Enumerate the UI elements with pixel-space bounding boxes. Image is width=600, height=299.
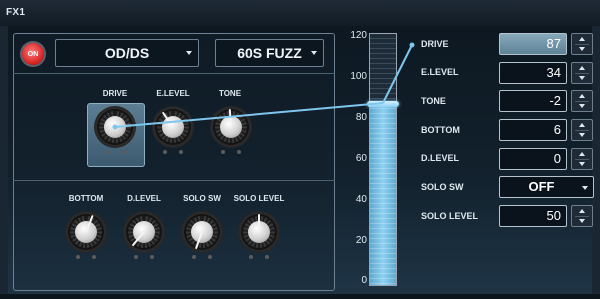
solo-level-knob[interactable] <box>238 211 280 253</box>
param-label-solo-sw: SOLO SW <box>421 182 464 192</box>
slider-tick-100: 100 <box>350 71 367 82</box>
arrow-up-icon <box>579 94 585 98</box>
header-bar: FX1 <box>0 0 600 27</box>
arrow-down-icon <box>579 76 585 80</box>
param-value-tone[interactable]: -2 <box>499 90 567 112</box>
param-value-e-level[interactable]: 34 <box>499 62 567 84</box>
arrow-down-icon <box>579 219 585 223</box>
knob-indicator-dots <box>123 255 165 261</box>
arrow-down-icon <box>579 133 585 137</box>
slider-tick-40: 40 <box>355 194 367 205</box>
effect-panel <box>13 33 335 291</box>
slider-tick-60: 60 <box>355 153 367 164</box>
arrow-down-icon <box>579 162 585 166</box>
knob-indicator-dots <box>65 255 107 261</box>
bottom-knob[interactable] <box>65 211 107 253</box>
d-level-knob[interactable] <box>123 211 165 253</box>
value-slider-fill <box>370 103 396 286</box>
effect-type-value: OD/DS <box>104 45 150 61</box>
slider-tick-120: 120 <box>350 30 367 41</box>
knob-indicator-dots <box>181 255 223 261</box>
arrow-up-icon <box>579 123 585 127</box>
on-label: ON <box>27 50 39 58</box>
effect-on-button[interactable]: ON <box>22 43 44 65</box>
chevron-down-icon <box>582 186 588 190</box>
slider-tick-20: 20 <box>355 235 367 246</box>
d-level-stepper[interactable] <box>571 148 593 170</box>
e-level-stepper[interactable] <box>571 62 593 84</box>
right-edge <box>592 26 600 299</box>
e-level-knob[interactable] <box>152 106 194 148</box>
solo-sw-knob[interactable] <box>181 211 223 253</box>
knob-indicator-dots <box>152 150 194 156</box>
slider-tick-0: 0 <box>361 275 367 286</box>
chevron-down-icon <box>186 51 192 55</box>
arrow-up-icon <box>579 66 585 70</box>
arrow-up-icon <box>579 152 585 156</box>
knob-indicator-dots <box>94 150 136 156</box>
variation-dropdown[interactable]: 60S FUZZ <box>215 39 324 67</box>
solo-level-stepper[interactable] <box>571 205 593 227</box>
drive-stepper[interactable] <box>571 33 593 55</box>
param-value-drive[interactable]: 87 <box>499 33 567 55</box>
knob-cap <box>162 116 184 138</box>
param-value-d-level[interactable]: 0 <box>499 148 567 170</box>
param-label-bottom: BOTTOM <box>421 125 460 135</box>
tone-knob[interactable] <box>210 106 252 148</box>
arrow-up-icon <box>579 209 585 213</box>
bottom-bar <box>0 294 600 299</box>
page-title: FX1 <box>6 7 26 18</box>
param-label-drive: DRIVE <box>421 39 449 49</box>
variation-value: 60S FUZZ <box>237 45 302 61</box>
param-value-solo-level[interactable]: 50 <box>499 205 567 227</box>
panel-divider-middle <box>13 180 335 181</box>
param-label-d-level: D.LEVEL <box>421 153 460 163</box>
arrow-up-icon <box>579 37 585 41</box>
panel-divider-top <box>13 73 335 74</box>
knob-label-solo-level: SOLO LEVEL <box>233 194 285 203</box>
effect-type-dropdown[interactable]: OD/DS <box>55 39 199 67</box>
knob-label-tone: TONE <box>218 89 242 98</box>
chevron-down-icon <box>311 51 317 55</box>
drive-knob[interactable] <box>94 106 136 148</box>
left-edge <box>0 26 8 299</box>
param-label-solo-level: SOLO LEVEL <box>421 211 479 221</box>
arrow-down-icon <box>579 47 585 51</box>
knob-indicator-dots <box>210 150 252 156</box>
knob-indicator-dots <box>238 255 280 261</box>
value-slider-handle[interactable] <box>367 100 399 107</box>
knob-pointer <box>258 214 260 232</box>
param-value-bottom[interactable]: 6 <box>499 119 567 141</box>
slider-tick-80: 80 <box>355 112 367 123</box>
param-label-tone: TONE <box>421 96 446 106</box>
param-value-solo-sw: OFF <box>528 179 555 194</box>
tone-stepper[interactable] <box>571 90 593 112</box>
param-label-e-level: E.LEVEL <box>421 67 459 77</box>
param-dropdown-solo-sw[interactable]: OFF <box>499 176 594 198</box>
bottom-stepper[interactable] <box>571 119 593 141</box>
arrow-down-icon <box>579 104 585 108</box>
